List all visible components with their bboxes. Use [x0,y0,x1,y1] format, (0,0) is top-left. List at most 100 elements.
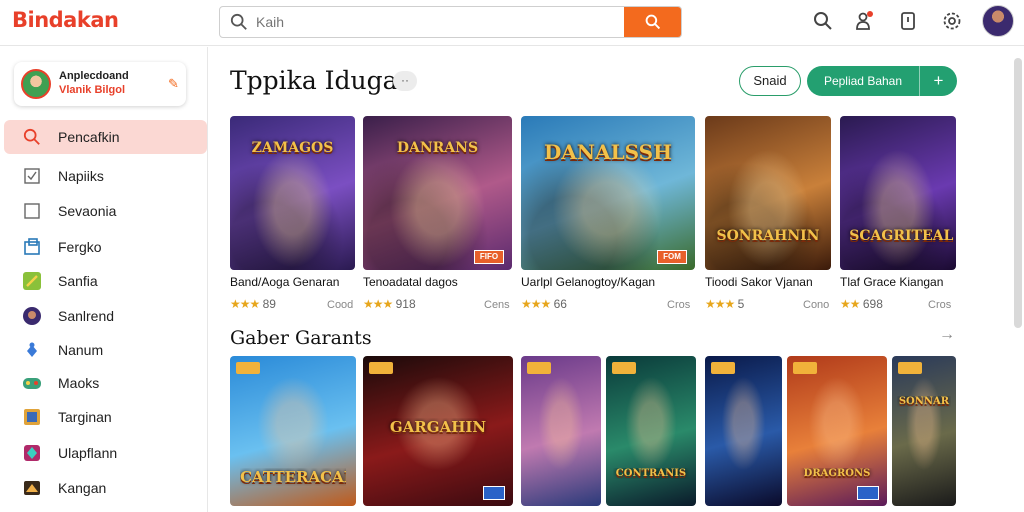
sidebar-item-label: Sanlrend [58,308,115,324]
tag-icon [369,362,393,374]
featured-game-card[interactable]: SONRAHNIN [705,116,831,270]
popular-game-card[interactable]: GARGAHIN [363,356,513,506]
star-icon: ★★★ [705,297,735,311]
sidebar-item-label: Maoks [58,375,100,391]
secondary-button[interactable]: Snaid [739,66,801,96]
popular-game-card[interactable]: SONNAR [892,356,956,506]
tag-icon [527,362,551,374]
user-avatar[interactable] [982,5,1014,37]
game-rating: ★★ 698 [840,297,883,311]
star-icon: ★★★ [363,297,393,311]
game-logo: DANALSSH [543,140,673,164]
game-logo: SCAGRITEAL [849,228,954,244]
game-title[interactable]: Uarlpl Gelanogtoy/Kagan [521,275,655,289]
sidebar-item-label: Napiiks [58,168,104,184]
game-badge: FOM [657,250,687,264]
sidebar-item-label: Pencafkin [58,129,120,145]
sidebar-item-label: Nanum [58,342,104,358]
game-logo: DANRANS [396,140,479,156]
game-logo: ZAMAGOS [251,140,334,156]
star-icon: ★★★ [521,297,551,311]
more-chip[interactable]: ·· [393,71,417,91]
tag-icon [898,362,922,374]
game-badge: FIFO [474,250,504,264]
sidebar-item-label: Kangan [58,480,107,496]
pencil-icon[interactable]: ✎ [168,76,179,92]
popular-game-card[interactable]: CONTRANIS [606,356,696,506]
search-icon [22,127,42,147]
rating-value: 918 [392,297,416,311]
page-title: Tppika Idugat [230,66,408,95]
sidebar-item-4[interactable]: Sanfia [4,264,207,298]
notification-icon[interactable] [852,9,876,33]
sidebar-item-2[interactable]: Sevaonia [4,194,207,228]
game-rating: ★★★ 918 [363,297,416,311]
profile-card[interactable]: Anplecdoand Vlanik Bilgol ✎ [14,62,186,106]
profile-subtitle: Vlanik Bilgol [59,84,126,96]
rating-value: 698 [859,297,883,311]
sidebar-item-label: Sanfia [58,273,98,289]
game-title[interactable]: Tioodi Sakor Vjanan [705,275,813,289]
profile-avatar [21,69,51,99]
tag-icon [236,362,260,374]
checkbox-icon [22,166,42,186]
featured-game-card[interactable]: DANRANS FIFO [363,116,512,270]
game-logo: CATTERACANUS [240,468,346,486]
game-rating: ★★★ 5 [705,297,744,311]
crystal-icon [22,443,42,463]
popular-game-card[interactable] [705,356,782,506]
sidebar-item-1[interactable]: Napiiks [4,159,207,193]
rating-value: 89 [259,297,276,311]
search-button[interactable] [624,7,681,37]
sidebar-item-0[interactable]: Pencafkin [4,120,207,154]
game-cover-art [606,356,696,506]
sidebar-item-7[interactable]: Maoks [4,366,207,400]
popular-game-card[interactable]: DRAGRONS [787,356,887,506]
game-logo: DRAGRONS [803,468,871,479]
rating-value: 5 [734,297,745,311]
search-icon [645,14,660,30]
top-bar: Bindakan [0,0,1024,46]
game-rating: ★★★ 66 [521,297,567,311]
sidebar-item-label: Ulapflann [58,445,118,461]
arrow-right-icon[interactable]: → [939,326,955,344]
search-icon[interactable] [811,9,835,33]
game-cover-art [892,356,956,506]
sidebar-item-10[interactable]: Kangan [4,471,207,505]
sidebar-item-8[interactable]: Targinan [4,400,207,434]
sidebar-item-label: Fergko [58,239,102,255]
featured-game-card[interactable]: DANALSSH FOM [521,116,695,270]
app-logo[interactable]: Bindakan [12,8,119,32]
search-input[interactable] [256,7,616,37]
sidebar-item-9[interactable]: Ulapflann [4,436,207,470]
popular-game-card[interactable] [521,356,601,506]
game-cover-art [705,356,782,506]
puzzle-icon [22,340,42,360]
search-icon [230,13,247,30]
tag-icon [793,362,817,374]
sidebar-item-3[interactable]: Fergko [4,230,207,264]
game-title[interactable]: Tlaf Grace Kiangan [840,275,943,289]
featured-game-card[interactable]: SCAGRITEAL [840,116,956,270]
primary-button[interactable]: Pepliad Bahan [807,66,919,96]
primary-button-group: Pepliad Bahan + [807,66,957,96]
game-logo: CONTRANIS [615,468,687,479]
game-rating: ★★★ 89 [230,297,276,311]
game-cover-art [840,116,956,270]
sidebar-item-5[interactable]: Sanlrend [4,299,207,333]
search-bar[interactable] [219,6,682,38]
settings-icon[interactable] [940,9,964,33]
add-button[interactable]: + [919,66,957,96]
popular-game-card[interactable]: CATTERACANUS [230,356,356,506]
featured-game-card[interactable]: ZAMAGOS [230,116,355,270]
game-meta: Cros [928,299,952,311]
star-icon: ★★ [840,297,860,311]
game-logo: SONRAHNIN [716,228,820,244]
bookmark-icon[interactable] [896,9,920,33]
sidebar: Anplecdoand Vlanik Bilgol ✎ Pencafkin Na… [0,47,208,512]
sidebar-item-6[interactable]: Nanum [4,333,207,367]
game-meta: Cens [484,299,510,311]
game-title[interactable]: Band/Aoga Genaran [230,275,339,289]
game-title[interactable]: Tenoadatal dagos [363,275,458,289]
scrollbar[interactable] [1014,58,1022,328]
